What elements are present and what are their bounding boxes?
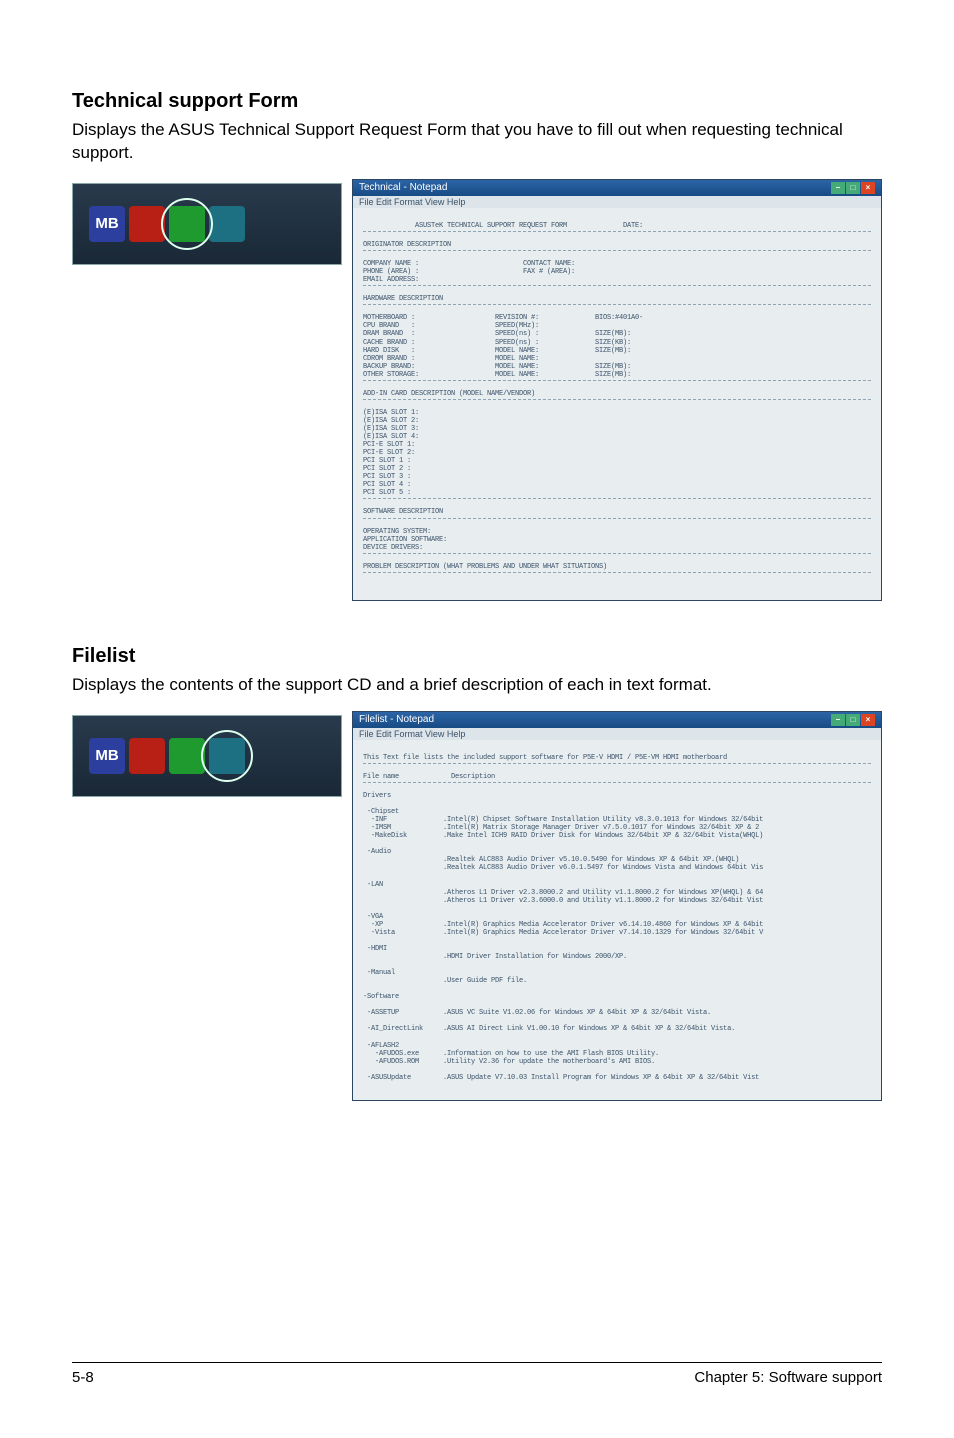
minimize-icon[interactable]: – (831, 182, 845, 194)
maximize-icon[interactable]: □ (846, 182, 860, 194)
window-buttons[interactable]: – □ × (831, 714, 875, 726)
page-number: 5-8 (72, 1369, 94, 1386)
menu-bar[interactable]: File Edit Format View Help (353, 728, 881, 740)
mb-icon: MB (89, 738, 125, 774)
support-thumb: MB (72, 183, 342, 265)
support-desc: Displays the ASUS Technical Support Requ… (72, 119, 882, 165)
support-notepad-window: Technical - Notepad – □ × File Edit Form… (352, 179, 882, 601)
support-title: Technical support Form (72, 90, 882, 113)
utilities-icon (169, 206, 205, 242)
filelist-notepad-window: Filelist - Notepad – □ × File Edit Forma… (352, 711, 882, 1101)
mb-icon: MB (89, 206, 125, 242)
utilities-icon (169, 738, 205, 774)
chapter-label: Chapter 5: Software support (694, 1369, 882, 1386)
close-icon[interactable]: × (861, 714, 875, 726)
menu-bar[interactable]: File Edit Format View Help (353, 196, 881, 208)
notepad-body: ASUSTeK TECHNICAL SUPPORT REQUEST FORM D… (353, 208, 881, 600)
window-title: Technical - Notepad (359, 182, 447, 193)
notepad-titlebar: Technical - Notepad – □ × (353, 180, 881, 196)
drivers-icon (129, 206, 165, 242)
filelist-row: MB Filelist - Notepad – □ × File Edit Fo… (72, 711, 882, 1101)
minimize-icon[interactable]: – (831, 714, 845, 726)
maximize-icon[interactable]: □ (846, 714, 860, 726)
manual-icon (209, 206, 245, 242)
filelist-desc: Displays the contents of the support CD … (72, 674, 882, 697)
filelist-title: Filelist (72, 645, 882, 668)
window-buttons[interactable]: – □ × (831, 182, 875, 194)
notepad-titlebar: Filelist - Notepad – □ × (353, 712, 881, 728)
close-icon[interactable]: × (861, 182, 875, 194)
filelist-thumb: MB (72, 715, 342, 797)
notepad-body: This Text file lists the included suppor… (353, 740, 881, 1100)
support-row: MB Technical - Notepad – □ × File Edit F… (72, 179, 882, 601)
drivers-icon (129, 738, 165, 774)
window-title: Filelist - Notepad (359, 714, 434, 725)
manual-icon (209, 738, 245, 774)
page-footer: 5-8 Chapter 5: Software support (72, 1362, 882, 1386)
